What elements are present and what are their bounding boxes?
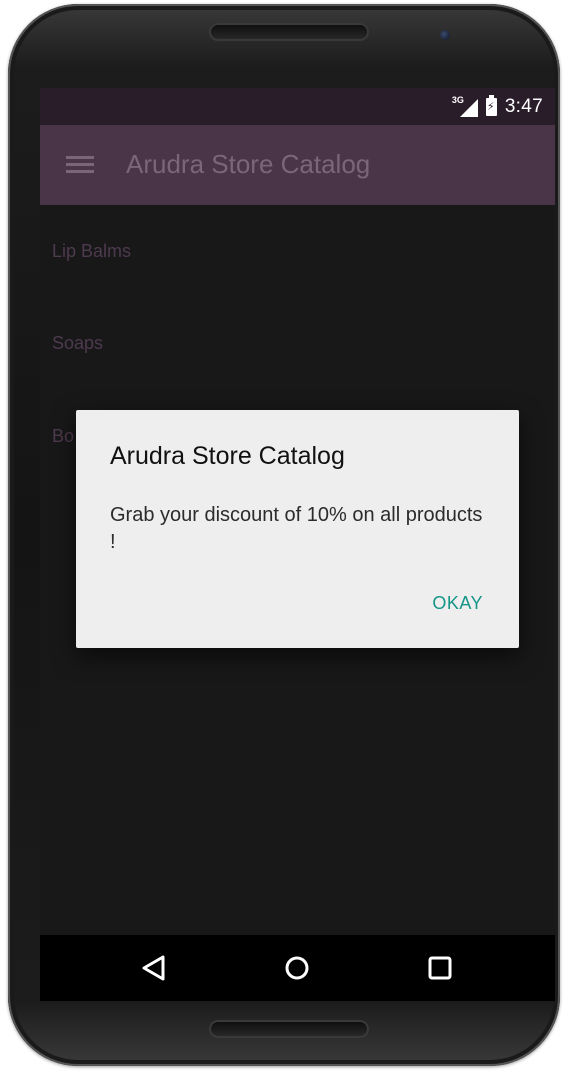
back-triangle-icon[interactable] (137, 951, 171, 985)
bottom-speaker-grille (209, 1020, 369, 1038)
top-speaker-grille (209, 23, 369, 41)
dialog-message: Grab your discount of 10% on all product… (110, 504, 483, 553)
discount-dialog: Arudra Store Catalog Grab your discount … (76, 410, 519, 648)
navigation-bar (40, 935, 555, 1001)
okay-button[interactable]: OKAY (432, 593, 483, 614)
recents-square-icon[interactable] (423, 951, 457, 985)
screen: 3G ⚡ 3:47 Arudra Store Catalog Lip Balms… (40, 88, 555, 1001)
front-camera (440, 30, 450, 40)
home-circle-icon[interactable] (280, 951, 314, 985)
dialog-title: Arudra Store Catalog (110, 442, 345, 470)
phone-frame: 3G ⚡ 3:47 Arudra Store Catalog Lip Balms… (8, 4, 560, 1066)
